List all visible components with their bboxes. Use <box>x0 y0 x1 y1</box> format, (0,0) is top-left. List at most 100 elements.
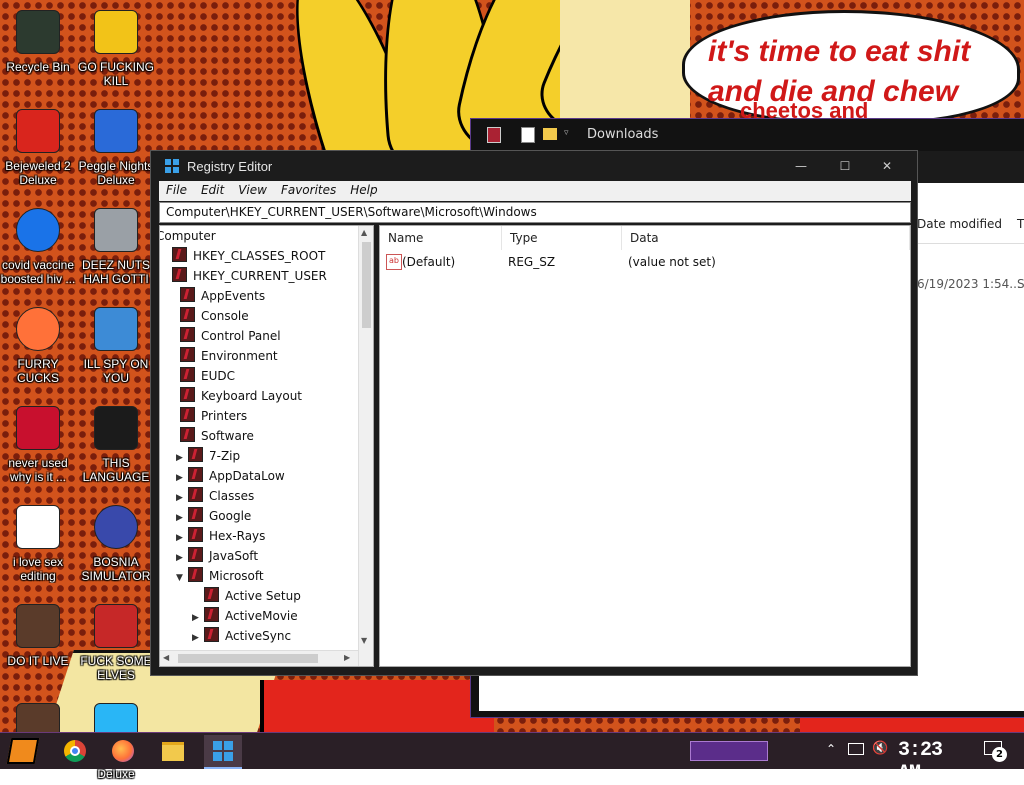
desktop-icon[interactable]: ILL SPY ON YOU <box>78 305 154 385</box>
desktop-icon[interactable]: i love sex editing <box>0 503 76 583</box>
taskbar-chrome[interactable] <box>56 735 94 767</box>
column-name[interactable]: Name <box>380 226 502 250</box>
address-bar[interactable]: Computer\HKEY_CURRENT_USER\Software\Micr… <box>159 202 911 223</box>
menu-edit[interactable]: Edit <box>194 181 231 197</box>
desktop-icon[interactable]: covid vaccine boosted hiv ... <box>0 206 76 286</box>
clock[interactable]: 3:23 AM <box>898 739 968 785</box>
registry-values-pane[interactable]: Name Type Data ab (Default) REG_SZ (valu… <box>379 225 911 667</box>
expand-arrow-icon[interactable]: ▶ <box>176 448 188 468</box>
tree-node-label: Classes <box>209 489 255 503</box>
menu-favorites[interactable]: Favorites <box>274 181 343 197</box>
expand-arrow-icon[interactable]: ▶ <box>176 528 188 548</box>
desktop-icon[interactable]: FURRY CUCKS <box>0 305 76 385</box>
registry-key-icon <box>180 427 195 442</box>
window-title: Registry Editor <box>187 159 273 174</box>
desktop-icon[interactable]: Peggle Nights Deluxe <box>78 107 154 187</box>
maximize-button[interactable]: ☐ <box>825 155 865 177</box>
tree-node[interactable]: ▶ 7-Zip <box>176 446 240 466</box>
desktop-icon[interactable]: never used why is it ... <box>0 404 76 484</box>
desktop-icon[interactable]: BOSNIA SIMULATOR <box>78 503 154 583</box>
network-icon[interactable] <box>848 743 864 755</box>
value-row[interactable]: ab (Default) REG_SZ (value not set) <box>380 252 910 272</box>
mine-icon <box>92 503 140 551</box>
menu-view[interactable]: View <box>231 181 274 197</box>
registry-editor-titlebar[interactable]: Registry Editor — ☐ ✕ <box>151 151 917 181</box>
tree-node-label: Software <box>201 429 254 443</box>
start-button[interactable] <box>4 735 42 767</box>
tree-node[interactable]: ▶ ActiveSync <box>192 626 291 646</box>
expand-arrow-icon[interactable]: ▶ <box>176 468 188 488</box>
chevron-down-icon[interactable]: ▿ <box>564 128 569 138</box>
scroll-thumb[interactable] <box>362 242 371 328</box>
desktop-icon[interactable]: DO IT LIVE <box>0 602 76 682</box>
tree-node[interactable]: AppEvents <box>168 286 265 306</box>
expand-arrow-open-icon[interactable]: ▼ <box>176 568 188 588</box>
tree-node[interactable]: Active Setup <box>192 586 301 606</box>
expand-arrow-icon[interactable]: ▶ <box>192 608 204 628</box>
scroll-thumb[interactable] <box>178 654 318 663</box>
tree-node[interactable]: ▶ Classes <box>176 486 254 506</box>
desktop-icon[interactable]: DEEZ NUTS HAH GOTTI <box>78 206 154 286</box>
tree-node-label: 7-Zip <box>209 449 241 463</box>
tree-node[interactable]: ▶ JavaSoft <box>176 546 258 566</box>
notification-center-button[interactable]: 2 <box>982 739 1008 763</box>
tree-node[interactable]: ▶ Hex-Rays <box>176 526 265 546</box>
desktop-icon[interactable]: Recycle Bin <box>0 8 76 88</box>
tree-node[interactable]: Environment <box>168 346 278 366</box>
scroll-down-arrow[interactable]: ▼ <box>361 636 367 645</box>
registry-tree[interactable]: ▶ ActiveSync ▶ ActiveMovie Active Setup ▼ Micr… <box>159 225 374 667</box>
tree-node[interactable]: ▶ Google <box>176 506 251 526</box>
desktop-icon-label: ILL SPY ON YOU <box>83 357 149 385</box>
notification-count: 2 <box>992 747 1007 762</box>
desktop-icon[interactable]: FUCK SOME ELVES <box>78 602 154 682</box>
column-type[interactable]: Type <box>502 226 622 250</box>
column-data[interactable]: Data <box>622 226 910 250</box>
menu-file[interactable]: File <box>159 181 194 197</box>
registry-key-icon <box>188 467 203 482</box>
tree-node[interactable]: EUDC <box>168 366 235 386</box>
tree-node-label: Printers <box>201 409 248 423</box>
tree-node[interactable]: Printers <box>168 406 247 426</box>
expand-arrow-icon[interactable]: ▶ <box>192 628 204 648</box>
expand-arrow-icon[interactable]: ▶ <box>176 508 188 528</box>
minimize-button[interactable]: — <box>781 155 821 177</box>
registry-key-icon <box>188 547 203 562</box>
tree-vertical-scrollbar[interactable]: ▲ ▼ <box>358 226 373 666</box>
scroll-up-arrow[interactable]: ▲ <box>361 228 367 237</box>
tree-node[interactable]: ▶ AppDataLow <box>176 466 285 486</box>
tree-node-label: ActiveSync <box>225 629 292 643</box>
expand-arrow-icon[interactable]: ▶ <box>176 548 188 568</box>
tree-node[interactable]: HKEY_CLASSES_ROOT <box>160 246 325 266</box>
taskbar-registry-editor[interactable] <box>204 735 242 769</box>
tree-node[interactable]: HKEY_CURRENT_USER <box>160 266 327 286</box>
menu-help[interactable]: Help <box>343 181 384 197</box>
scroll-left-arrow[interactable]: ◀ <box>163 653 169 662</box>
tree-node[interactable]: Software <box>168 426 254 446</box>
expand-arrow-icon[interactable]: ▶ <box>176 488 188 508</box>
downloads-titlebar[interactable]: ▿ Downloads <box>471 119 1024 151</box>
registry-editor-window[interactable]: Registry Editor — ☐ ✕ File Edit View Favori… <box>150 150 918 676</box>
desktop-icon[interactable]: GO FUCKING KILL YOURS... <box>78 8 154 88</box>
desktop-icon[interactable]: THIS LANGUAGE ... <box>78 404 154 484</box>
close-button[interactable]: ✕ <box>867 155 907 177</box>
column-date-modified[interactable]: Date modified <box>917 217 1002 231</box>
tree-node[interactable]: Computer <box>160 226 216 246</box>
tree-node[interactable]: Console <box>168 306 249 326</box>
folder-icon[interactable] <box>543 128 557 140</box>
taskbar-firefox[interactable] <box>104 735 142 767</box>
tree-node-label: Environment <box>201 349 278 363</box>
registry-key-icon <box>180 287 195 302</box>
scroll-right-arrow[interactable]: ▶ <box>344 653 350 662</box>
tree-horizontal-scrollbar[interactable]: ◀ ▶ <box>160 650 358 666</box>
column-type[interactable]: T <box>1017 217 1024 231</box>
tree-node[interactable]: ▶ ActiveMovie <box>192 606 298 626</box>
tree-node[interactable]: Keyboard Layout <box>168 386 302 406</box>
tree-node[interactable]: Control Panel <box>168 326 281 346</box>
column-header[interactable]: Date modified T <box>915 207 1024 244</box>
chevron-up-icon[interactable]: ⌃ <box>826 742 836 756</box>
desktop-icon[interactable]: Bejeweled 2 Deluxe <box>0 107 76 187</box>
volume-muted-icon[interactable]: 🔇 <box>872 741 888 756</box>
taskbar-file-explorer[interactable] <box>154 735 192 767</box>
tree-node[interactable]: ▼ Microsoft <box>176 566 264 586</box>
properties-icon[interactable] <box>521 127 535 143</box>
